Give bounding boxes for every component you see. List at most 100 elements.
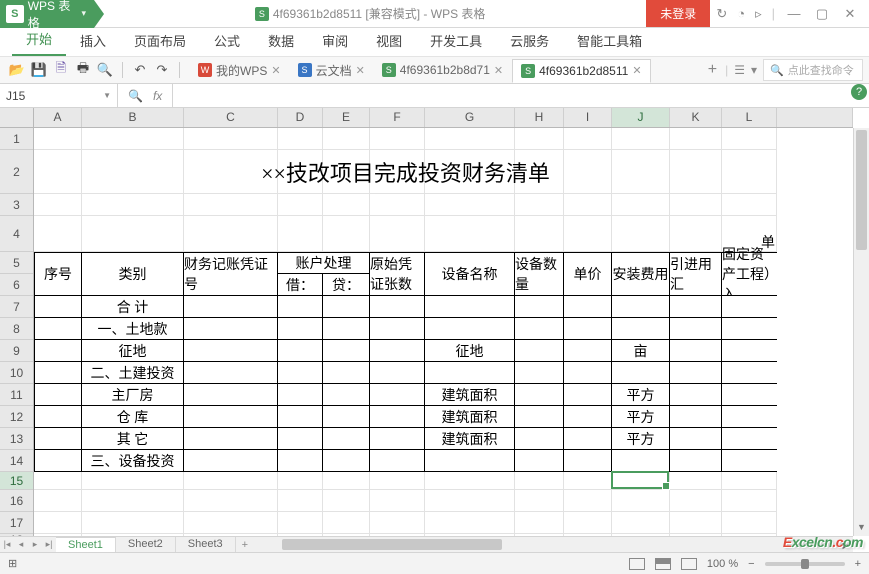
doc-tab-2[interactable]: S4f69361b2b8d71✕ — [374, 59, 512, 81]
cell-G9[interactable]: 征地 — [425, 340, 515, 362]
cell-I12[interactable] — [564, 406, 612, 428]
row-header-14[interactable]: 14 — [0, 450, 33, 472]
sheet-nav-next-icon[interactable]: ▸ — [28, 539, 42, 550]
namebox-chevron-icon[interactable]: ▼ — [103, 91, 111, 100]
header-fixed[interactable]: 固定资产工程）入 — [722, 252, 777, 296]
cell-G8[interactable] — [425, 318, 515, 340]
row-header-12[interactable]: 12 — [0, 406, 33, 428]
cell-I14[interactable] — [564, 450, 612, 472]
doc-tab-3[interactable]: S4f69361b2d8511✕ — [512, 59, 650, 83]
cell-A9[interactable] — [34, 340, 82, 362]
cell-C9[interactable] — [184, 340, 278, 362]
row-header-3[interactable]: 3 — [0, 194, 33, 216]
ribbon-tab-5[interactable]: 审阅 — [308, 25, 362, 56]
header-voucher[interactable]: 财务记账凭证号 — [184, 252, 278, 296]
save-icon[interactable]: 💾 — [30, 61, 48, 79]
row-header-15[interactable]: 15 — [0, 472, 33, 490]
cell-E10[interactable] — [323, 362, 370, 384]
new-tab-button[interactable]: + — [700, 61, 725, 79]
cell-F13[interactable] — [370, 428, 425, 450]
cell-E12[interactable] — [323, 406, 370, 428]
cell-K8[interactable] — [670, 318, 722, 340]
header-account[interactable]: 账户处理 — [278, 252, 370, 274]
minimize-button[interactable]: — — [785, 6, 803, 21]
sheet-nav-last-icon[interactable]: ▸| — [42, 539, 56, 550]
cell-K13[interactable] — [670, 428, 722, 450]
zoom-level[interactable]: 100 % — [707, 558, 738, 570]
cell-J12[interactable]: 平方 — [612, 406, 670, 428]
name-box[interactable]: J15 ▼ — [0, 84, 118, 107]
ribbon-tab-3[interactable]: 公式 — [200, 25, 254, 56]
cell-K7[interactable] — [670, 296, 722, 318]
col-header-E[interactable]: E — [323, 108, 370, 127]
cell-D12[interactable] — [278, 406, 323, 428]
cell-L12[interactable] — [722, 406, 777, 428]
sheet-tab-0[interactable]: Sheet1 — [56, 537, 116, 552]
cell-L10[interactable] — [722, 362, 777, 384]
command-search[interactable]: 🔍 点此查找命令 — [763, 59, 863, 81]
open-icon[interactable]: 📂 — [8, 61, 26, 79]
ribbon-tab-8[interactable]: 云服务 — [496, 25, 563, 56]
undo-icon[interactable]: ↶ — [131, 61, 149, 79]
app-badge[interactable]: S WPS 表格 ▾ — [0, 0, 94, 28]
print-icon[interactable]: 🖶 — [74, 61, 92, 79]
cell-C7[interactable] — [184, 296, 278, 318]
cell-H12[interactable] — [515, 406, 564, 428]
col-header-A[interactable]: A — [34, 108, 82, 127]
sync-icon[interactable]: ↻ — [716, 6, 727, 22]
cell-K9[interactable] — [670, 340, 722, 362]
vertical-scrollbar[interactable]: ▲ ▼ — [853, 128, 869, 536]
cell-K14[interactable] — [670, 450, 722, 472]
fx-search-icon[interactable]: 🔍 — [128, 89, 143, 103]
cell-D10[interactable] — [278, 362, 323, 384]
sheet-tab-2[interactable]: Sheet3 — [176, 537, 236, 552]
cell-A7[interactable] — [34, 296, 82, 318]
header-install[interactable]: 安装费用 — [612, 252, 670, 296]
cell-I9[interactable] — [564, 340, 612, 362]
header-import[interactable]: 引进用汇 — [670, 252, 722, 296]
cell-B9[interactable]: 征地 — [82, 340, 184, 362]
header-debit[interactable]: 借： — [278, 274, 323, 296]
row-header-4[interactable]: 4 — [0, 216, 33, 252]
cell-I7[interactable] — [564, 296, 612, 318]
add-sheet-button[interactable]: + — [236, 539, 254, 551]
cell-B13[interactable]: 其 它 — [82, 428, 184, 450]
cell-H13[interactable] — [515, 428, 564, 450]
row-header-11[interactable]: 11 — [0, 384, 33, 406]
app-menu-chevron-icon[interactable]: ▾ — [81, 8, 86, 19]
cell-B11[interactable]: 主厂房 — [82, 384, 184, 406]
cell-F12[interactable] — [370, 406, 425, 428]
cell-C12[interactable] — [184, 406, 278, 428]
cell-C8[interactable] — [184, 318, 278, 340]
close-button[interactable]: ✕ — [841, 6, 859, 22]
cell-J11[interactable]: 平方 — [612, 384, 670, 406]
sheet-title[interactable]: ××技改项目完成投资财务清单 — [34, 150, 777, 194]
cell-L9[interactable] — [722, 340, 777, 362]
row-header-10[interactable]: 10 — [0, 362, 33, 384]
col-header-D[interactable]: D — [278, 108, 323, 127]
close-tab-icon[interactable]: ✕ — [356, 64, 365, 77]
col-header-K[interactable]: K — [670, 108, 722, 127]
cell-G7[interactable] — [425, 296, 515, 318]
cell-J13[interactable]: 平方 — [612, 428, 670, 450]
cell-B10[interactable]: 二、土建投资 — [82, 362, 184, 384]
cell-G12[interactable]: 建筑面积 — [425, 406, 515, 428]
cell-G14[interactable] — [425, 450, 515, 472]
ribbon-tab-9[interactable]: 智能工具箱 — [563, 25, 656, 56]
cell-H11[interactable] — [515, 384, 564, 406]
ribbon-tab-4[interactable]: 数据 — [254, 25, 308, 56]
cell-D14[interactable] — [278, 450, 323, 472]
cell-L14[interactable] — [722, 450, 777, 472]
cell-A13[interactable] — [34, 428, 82, 450]
row-header-1[interactable]: 1 — [0, 128, 33, 150]
cell-D7[interactable] — [278, 296, 323, 318]
menu-collapse-icon[interactable]: ☰ — [734, 63, 745, 77]
print-preview-icon[interactable]: 🔍 — [96, 61, 114, 79]
cell-K12[interactable] — [670, 406, 722, 428]
cloud-icon[interactable]: ◔ — [737, 6, 745, 21]
maximize-button[interactable]: ▢ — [813, 6, 831, 22]
cell-J9[interactable]: 亩 — [612, 340, 670, 362]
cell-C14[interactable] — [184, 450, 278, 472]
row-header-7[interactable]: 7 — [0, 296, 33, 318]
cell-K11[interactable] — [670, 384, 722, 406]
